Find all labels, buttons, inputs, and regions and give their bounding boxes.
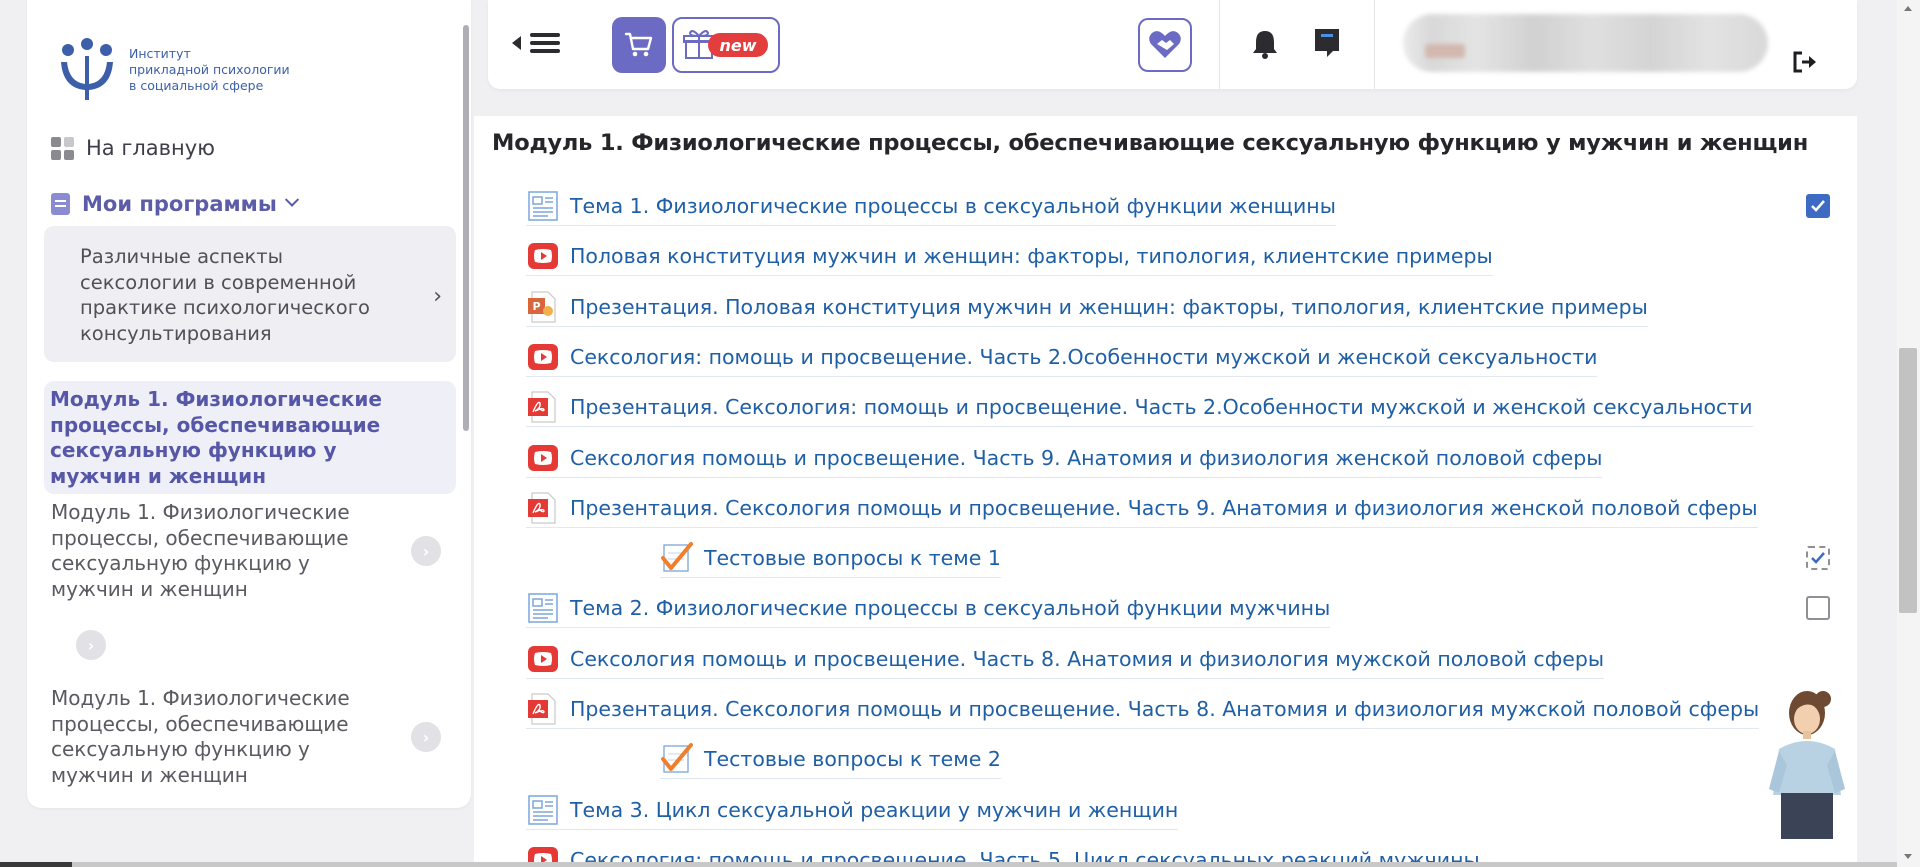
grid-icon (51, 136, 74, 160)
institute-logo[interactable]: Институт прикладной психологии в социаль… (55, 38, 290, 102)
activity-row-pdf[interactable]: Презентация. Сексология: помощь и просве… (526, 387, 1753, 427)
logo-line-1: Институт (129, 46, 191, 61)
activity-link[interactable]: Презентация. Сексология помощь и просвещ… (570, 697, 1759, 721)
hamburger-icon (530, 29, 560, 57)
page-activity-icon (526, 189, 560, 223)
activity-link[interactable]: Тестовые вопросы к теме 2 (704, 747, 1001, 771)
user-profile-blurred[interactable] (1403, 14, 1768, 72)
handshake-heart-icon (1149, 31, 1181, 58)
cart-button[interactable] (612, 17, 666, 73)
activity-link[interactable]: Презентация. Половая конституция мужчин … (570, 295, 1648, 319)
logo-text: Институт прикладной психологии в социаль… (129, 46, 290, 94)
checkmark-icon (1811, 552, 1825, 564)
header-divider (1219, 0, 1220, 89)
completion-checkbox[interactable] (1806, 546, 1830, 570)
cart-icon (624, 32, 653, 57)
activity-row-video[interactable]: Сексология помощь и просвещение. Часть 8… (526, 639, 1605, 679)
svg-text:P: P (532, 300, 540, 313)
active-module-title: Модуль 1. Физиологические процессы, обес… (50, 387, 382, 488)
activity-row-page[interactable]: Тема 1. Физиологические процессы в сексу… (526, 186, 1336, 226)
scroll-down-icon[interactable] (1904, 854, 1912, 859)
activity-row-video[interactable]: Половая конституция мужчин и женщин: фак… (526, 236, 1493, 276)
logo-line-3: в социальной сфере (129, 78, 264, 93)
video-activity-icon (526, 340, 560, 374)
checkmark-icon (1811, 200, 1825, 212)
program-card[interactable]: Различные аспекты сексологии в современн… (44, 226, 456, 362)
quiz-activity-icon (660, 541, 694, 575)
sidebar-item-my-programs[interactable]: Мои программы (51, 192, 299, 216)
page-activity-icon (526, 591, 560, 625)
activity-link[interactable]: Тема 1. Физиологические процессы в сексу… (570, 194, 1336, 218)
gift-new-button[interactable]: new (672, 17, 780, 73)
collapse-arrow-icon (512, 36, 521, 50)
bottom-edge-bar (0, 862, 1897, 867)
video-activity-icon (526, 239, 560, 273)
sidebar-active-module[interactable]: Модуль 1. Физиологические процессы, обес… (44, 381, 456, 494)
completion-checkbox[interactable] (1806, 194, 1830, 218)
activity-row-pdf[interactable]: Презентация. Сексология помощь и просвещ… (526, 488, 1758, 528)
logo-line-2: прикладной психологии (129, 62, 290, 77)
activity-row-ppt[interactable]: P Презентация. Половая конституция мужчин… (526, 287, 1648, 327)
logout-icon[interactable] (1792, 50, 1820, 74)
activity-row-page[interactable]: Тема 3. Цикл сексуальной реакции у мужчи… (526, 790, 1179, 830)
document-icon (51, 193, 70, 215)
menu-toggle-button[interactable] (512, 29, 560, 57)
chevron-right-icon[interactable]: › (411, 722, 441, 752)
logo-mark-icon (61, 38, 113, 100)
activity-link[interactable]: Тема 2. Физиологические процессы в сексу… (570, 596, 1330, 620)
pdf-activity-icon (526, 491, 560, 525)
activity-row-quiz[interactable]: Тестовые вопросы к теме 1 (660, 538, 1001, 578)
program-card-title: Различные аспекты сексологии в современн… (80, 245, 370, 345)
activity-link[interactable]: Тема 3. Цикл сексуальной реакции у мужчи… (570, 798, 1178, 822)
sidebar-item-home[interactable]: На главную (51, 136, 215, 160)
activity-row-pdf[interactable]: Презентация. Сексология помощь и просвещ… (526, 689, 1760, 729)
sidebar-scrollbar[interactable] (463, 25, 469, 431)
activity-row-quiz[interactable]: Тестовые вопросы к теме 2 (660, 739, 1001, 779)
activity-link[interactable]: Сексология помощь и просвещение. Часть 8… (570, 647, 1604, 671)
assistant-avatar[interactable] (1765, 685, 1847, 839)
completion-checkbox[interactable] (1806, 596, 1830, 620)
header-divider (1374, 0, 1375, 89)
module-item-title: Модуль 1. Физиологические процессы, обес… (51, 686, 350, 787)
activity-link[interactable]: Сексология помощь и просвещение. Часть 9… (570, 446, 1602, 470)
top-header: new (488, 0, 1857, 89)
chevron-right-icon[interactable]: › (76, 630, 106, 660)
activity-row-video[interactable]: Сексология: помощь и просвещение. Часть … (526, 337, 1598, 377)
video-activity-icon (526, 642, 560, 676)
page-activity-icon (526, 793, 560, 827)
chevron-right-icon: › (433, 284, 442, 309)
sidebar-item-home-label: На главную (86, 136, 215, 160)
activity-link[interactable]: Презентация. Сексология: помощь и просве… (570, 395, 1753, 419)
bell-icon[interactable] (1250, 28, 1280, 60)
quiz-activity-icon (660, 742, 694, 776)
activity-row-video[interactable]: Сексология помощь и просвещение. Часть 9… (526, 438, 1603, 478)
activity-row-page[interactable]: Тема 2. Физиологические процессы в сексу… (526, 588, 1331, 628)
activity-link[interactable]: Презентация. Сексология помощь и просвещ… (570, 496, 1758, 520)
pdf-activity-icon (526, 692, 560, 726)
message-icon[interactable] (1312, 26, 1342, 60)
module-item-title: Модуль 1. Физиологические процессы, обес… (51, 500, 350, 601)
sidebar-module-item[interactable]: Модуль 1. Физиологические процессы, обес… (51, 686, 456, 788)
activity-link[interactable]: Половая конституция мужчин и женщин: фак… (570, 244, 1493, 268)
support-button[interactable] (1138, 18, 1192, 72)
sidebar: Институт прикладной психологии в социаль… (27, 0, 471, 808)
video-activity-icon (526, 441, 560, 475)
sidebar-module-item[interactable]: Модуль 1. Физиологические процессы, обес… (51, 500, 456, 602)
page-scrollbar[interactable] (1897, 0, 1920, 867)
scrollbar-thumb[interactable] (1899, 348, 1917, 613)
chevron-down-icon (284, 192, 299, 207)
activity-link[interactable]: Сексология: помощь и просвещение. Часть … (570, 345, 1597, 369)
ppt-activity-icon: P (526, 290, 560, 324)
main-content: Модуль 1. Физиологические процессы, обес… (474, 116, 1857, 867)
module-title: Модуль 1. Физиологические процессы, обес… (492, 130, 1809, 156)
chevron-right-icon[interactable]: › (411, 536, 441, 566)
activity-link[interactable]: Тестовые вопросы к теме 1 (704, 546, 1001, 570)
scroll-up-icon[interactable] (1904, 6, 1912, 11)
new-badge: new (708, 33, 768, 57)
sidebar-item-my-programs-label: Мои программы (82, 192, 277, 216)
pdf-activity-icon (526, 390, 560, 424)
